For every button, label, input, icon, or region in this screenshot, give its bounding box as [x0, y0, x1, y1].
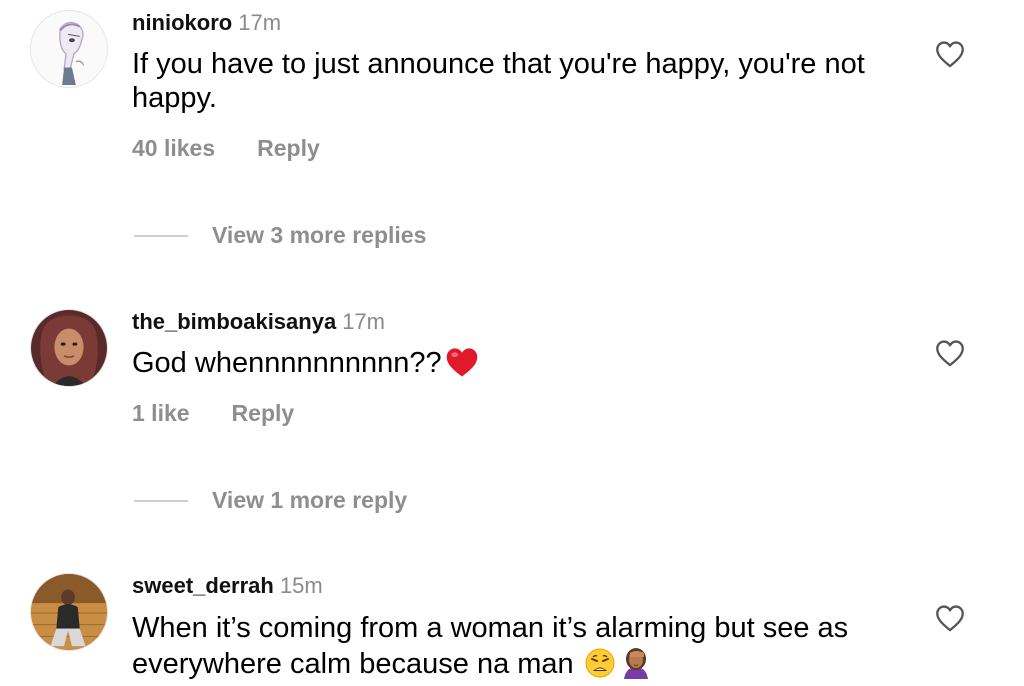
comment-header: sweet_derrah 15m: [132, 573, 323, 599]
avatar[interactable]: [30, 10, 108, 88]
username[interactable]: the_bimboakisanya: [132, 309, 336, 334]
comment-header: niniokoro 17m: [132, 10, 281, 36]
comments-list: niniokoro 17m If you have to just announc…: [0, 0, 1024, 686]
comment-meta: 40 likes Reply: [132, 135, 320, 162]
heart-emoji: [444, 346, 480, 386]
view-more-replies[interactable]: View 1 more reply: [134, 487, 407, 514]
heart-outline-icon[interactable]: [934, 604, 966, 632]
avatar[interactable]: [30, 573, 108, 651]
heart-outline-icon[interactable]: [934, 339, 966, 367]
comment-meta: 1 like Reply: [132, 400, 294, 427]
view-more-label: View 1 more reply: [212, 487, 408, 513]
comment-text: When it’s coming from a woman it’s alarm…: [132, 611, 892, 686]
timestamp: 15m: [279, 573, 323, 598]
facepalm-emoji: [618, 645, 654, 686]
reply-button[interactable]: Reply: [257, 135, 320, 162]
timestamp: 17m: [238, 10, 282, 35]
likes-count[interactable]: 1 like: [132, 400, 190, 427]
likes-count[interactable]: 40 likes: [132, 135, 215, 162]
username[interactable]: sweet_derrah: [132, 573, 274, 598]
divider-line: [134, 499, 188, 502]
timestamp: 17m: [342, 309, 385, 334]
comment-text: God whennnnnnnnnn??: [132, 346, 912, 386]
view-more-label: View 3 more replies: [212, 222, 427, 248]
comment-text-content: When it’s coming from a woman it’s alarm…: [132, 612, 849, 680]
weary-face-emoji: [584, 647, 616, 686]
heart-outline-icon[interactable]: [934, 40, 966, 68]
comment-text-content: God whennnnnnnnnn??: [132, 347, 442, 379]
comment-header: the_bimboakisanya 17m: [132, 309, 385, 335]
reply-button[interactable]: Reply: [232, 400, 295, 427]
username[interactable]: niniokoro: [132, 10, 232, 35]
avatar[interactable]: [30, 309, 108, 387]
view-more-replies[interactable]: View 3 more replies: [134, 222, 426, 249]
comment-text: If you have to just announce that you're…: [132, 48, 865, 114]
divider-line: [134, 234, 188, 237]
